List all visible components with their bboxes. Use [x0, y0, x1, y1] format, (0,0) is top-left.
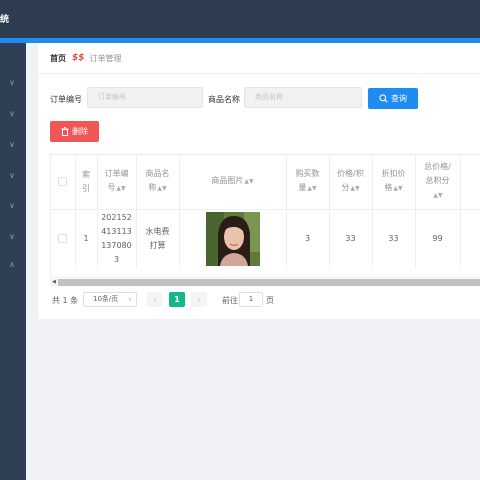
- pagination: 共 1 条 10条/页 ∨ ‹ 1 › 前往 1 页: [52, 292, 472, 307]
- goto-label: 前往: [222, 296, 238, 305]
- column-header-product-name[interactable]: 商品名 称▲▼: [136, 155, 180, 210]
- sort-icon[interactable]: ▲▼: [393, 182, 402, 196]
- cell-image: [179, 209, 287, 269]
- table-row[interactable]: 1 202152 413113 137080 3 水电费 打算 3 33 33 …: [51, 209, 480, 269]
- pagination-total: 共 1 条: [52, 296, 79, 305]
- delete-button-label: 删除: [72, 127, 88, 136]
- sort-icon[interactable]: ▲▼: [157, 182, 166, 196]
- sort-icon[interactable]: ▲▼: [307, 182, 316, 196]
- table-header-row: 索 引 订单编 号▲▼ 商品名 称▲▼ 商品图片▲▼ 购买数 量▲▼ 价格/积 …: [51, 155, 480, 210]
- sidebar-item-6-chevron-down-icon[interactable]: ∨: [9, 233, 15, 241]
- breadcrumb: 首页 $$ 订单管理: [50, 52, 122, 64]
- product-name-input[interactable]: 商品名称: [244, 87, 362, 108]
- page-size-select[interactable]: 10条/页 ∨: [83, 292, 137, 307]
- cell-product-name: 水电费 打算: [136, 209, 180, 269]
- sidebar-item-2-chevron-down-icon[interactable]: ∨: [9, 110, 15, 118]
- column-header-quantity[interactable]: 购买数 量▲▼: [286, 155, 330, 210]
- cell-overflow: [460, 209, 480, 269]
- sidebar-item-4-chevron-down-icon[interactable]: ∨: [9, 172, 15, 180]
- page-number-current[interactable]: 1: [169, 292, 185, 307]
- cell-discount: 33: [372, 209, 416, 269]
- sidebar-item-3-chevron-down-icon[interactable]: ∨: [9, 141, 15, 149]
- cell-quantity: 3: [286, 209, 330, 269]
- column-header-discount[interactable]: 折扣价 格▲▼: [372, 155, 416, 210]
- goto-unit-label: 页: [266, 296, 274, 305]
- product-name-label: 商品名称: [208, 95, 240, 104]
- app-title: 统: [0, 15, 10, 25]
- product-photo[interactable]: [205, 212, 260, 267]
- cell-total: 99: [415, 209, 461, 269]
- column-header-image[interactable]: 商品图片▲▼: [179, 155, 287, 210]
- table-horizontal-scrollbar[interactable]: ◀: [50, 279, 480, 286]
- sidebar-item-1-chevron-down-icon[interactable]: ∨: [9, 79, 15, 87]
- search-icon: [379, 94, 388, 103]
- scrollbar-thumb[interactable]: [58, 279, 480, 286]
- breadcrumb-separator-icon: $$: [72, 53, 85, 63]
- breadcrumb-divider: [38, 73, 480, 74]
- column-header-index: 索 引: [75, 155, 98, 210]
- cell-order-no: 202152 413113 137080 3: [97, 209, 137, 269]
- orders-table: 索 引 订单编 号▲▼ 商品名 称▲▼ 商品图片▲▼ 购买数 量▲▼ 价格/积 …: [50, 154, 480, 278]
- column-header-order-no[interactable]: 订单编 号▲▼: [97, 155, 137, 210]
- cell-index: 1: [75, 209, 98, 269]
- row-checkbox[interactable]: [58, 234, 68, 244]
- sort-icon[interactable]: ▲▼: [433, 189, 442, 203]
- goto-page-input[interactable]: 1: [239, 292, 263, 307]
- top-bar: 统: [0, 0, 480, 38]
- sidebar: ∨ ∨ ∨ ∨ ∨ ∨ ∧: [0, 43, 26, 480]
- order-no-label: 订单编号: [50, 95, 82, 104]
- main-panel: 首页 $$ 订单管理 订单编号 订单编号 商品名称 商品名称 查询 删除 索 引…: [38, 43, 480, 319]
- prev-page-button[interactable]: ‹: [147, 292, 163, 307]
- sidebar-item-7-chevron-up-icon[interactable]: ∧: [9, 261, 15, 269]
- breadcrumb-home[interactable]: 首页: [50, 53, 66, 64]
- next-page-button[interactable]: ›: [191, 292, 207, 307]
- search-button[interactable]: 查询: [368, 88, 418, 109]
- sort-icon[interactable]: ▲▼: [244, 175, 253, 189]
- sort-icon[interactable]: ▲▼: [350, 182, 359, 196]
- cell-price: 33: [329, 209, 373, 269]
- delete-button[interactable]: 删除: [50, 121, 99, 142]
- column-header-overflow: [460, 155, 480, 210]
- scroll-left-arrow-icon[interactable]: ◀: [52, 279, 56, 286]
- select-all-checkbox[interactable]: [58, 176, 68, 186]
- column-header-total[interactable]: 总价格/ 总积分 ▲▼: [415, 155, 461, 210]
- order-no-input[interactable]: 订单编号: [87, 87, 203, 108]
- sort-icon[interactable]: ▲▼: [116, 182, 125, 196]
- column-header-price[interactable]: 价格/积 分▲▼: [329, 155, 373, 210]
- row-select-cell: [51, 209, 76, 269]
- page-size-value: 10条/页: [93, 295, 119, 303]
- breadcrumb-current: 订单管理: [89, 53, 122, 63]
- trash-icon: [61, 127, 69, 136]
- select-all-cell: [51, 155, 76, 210]
- sidebar-item-5-chevron-down-icon[interactable]: ∨: [9, 202, 15, 210]
- search-button-label: 查询: [391, 94, 407, 103]
- chevron-down-icon: ∨: [127, 296, 132, 303]
